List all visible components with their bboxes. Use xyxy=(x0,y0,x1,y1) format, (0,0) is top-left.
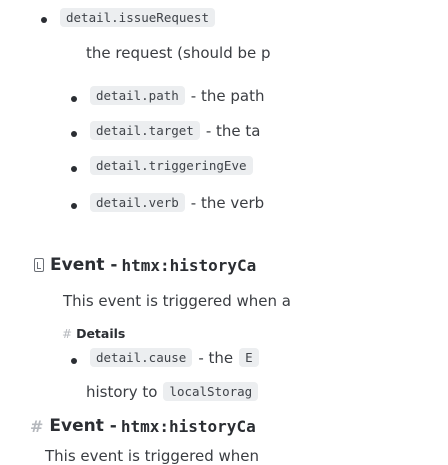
anchor-hash-icon[interactable]: # xyxy=(62,327,72,341)
section-heading-history-cache: Event - htmx:historyCa xyxy=(34,255,256,275)
code-error-truncated: E xyxy=(239,348,259,367)
list-bullet xyxy=(71,203,77,209)
list-item-triggering-event: detail.triggeringEve xyxy=(90,156,259,175)
code-detail-cause: detail.cause xyxy=(90,348,193,367)
code-detail-issue-request: detail.issueRequest xyxy=(60,8,215,27)
code-detail-path: detail.path xyxy=(90,86,185,105)
section-heading-history-cache-2: # Event - htmx:historyCa xyxy=(30,416,256,436)
anchor-link-icon[interactable] xyxy=(34,258,44,272)
list-bullet xyxy=(71,131,77,137)
list-item-issue-request: detail.issueRequest xyxy=(60,8,215,27)
event-name-code: htmx:historyCa xyxy=(121,255,257,275)
anchor-hash-icon[interactable]: # xyxy=(30,417,43,436)
code-detail-target: detail.target xyxy=(90,121,200,140)
details-heading: # Details xyxy=(62,326,126,341)
code-detail-verb: detail.verb xyxy=(90,193,185,212)
list-item-verb: detail.verb - the verb xyxy=(90,193,264,212)
code-local-storage: localStorag xyxy=(163,382,259,401)
section-description-2: This event is triggered when xyxy=(45,447,260,465)
list-item-path: detail.path - the path xyxy=(90,86,264,105)
list-bullet xyxy=(71,358,77,364)
code-detail-triggering-event: detail.triggeringEve xyxy=(90,156,253,175)
history-continuation: history to localStorag xyxy=(86,382,259,401)
list-bullet xyxy=(71,166,77,172)
continuation-text: the request (should be p xyxy=(86,44,271,62)
list-item-cause: detail.cause - the E xyxy=(90,348,259,367)
list-bullet xyxy=(41,17,47,23)
event-name-code: htmx:historyCa xyxy=(120,416,256,436)
list-bullet xyxy=(71,96,77,102)
list-item-target: detail.target - the ta xyxy=(90,121,260,140)
section-description: This event is triggered when a xyxy=(63,292,291,310)
